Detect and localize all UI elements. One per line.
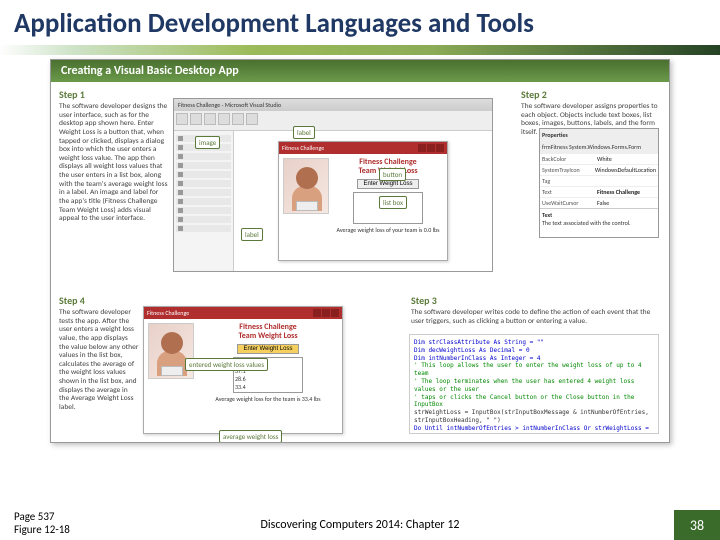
properties-panel: Properties frmFitness System.Windows.For… (539, 128, 659, 238)
prop-key: Text (542, 188, 597, 196)
smile-icon (167, 344, 177, 349)
window-buttons (313, 309, 339, 317)
content-area: Creating a Visual Basic Desktop App Step… (0, 55, 720, 443)
toolbar-button (204, 113, 216, 125)
toolbox-item (176, 189, 231, 196)
window-buttons (418, 144, 444, 152)
footer-book-title: Discovering Computers 2014: Chapter 12 (0, 518, 720, 532)
title-block: Application Development Languages and To… (0, 0, 720, 45)
enter-weight-button-running: Enter Weight Loss (237, 344, 300, 354)
figure-container: Creating a Visual Basic Desktop App Step… (50, 59, 670, 443)
toolbox-item (176, 153, 231, 160)
property-row: BackColorWhite (540, 153, 658, 164)
scale-icon (161, 366, 183, 376)
prop-desc-title: Text (542, 211, 656, 219)
average-label-filled: Average weight loss for the team is 33.4… (198, 395, 338, 403)
running-title: Fitness Challenge (147, 309, 189, 317)
callout-average: average weight loss (219, 430, 282, 443)
slide-footer: Page 537 Figure 12-18 Discovering Comput… (0, 500, 720, 540)
toolbar-button (190, 113, 202, 125)
toolbar-button (246, 113, 258, 125)
prop-value: WindowsDefaultLocation (595, 166, 656, 174)
code-line: Dim intNumberInClass As Integer = 4 (414, 355, 654, 363)
ide-main: Fitness Challenge Fitness (174, 131, 492, 271)
ide-toolbar (174, 111, 492, 131)
list-item: 28.6 (235, 375, 301, 383)
prop-desc-text: The text associated with the control. (542, 219, 656, 227)
code-line: Dim decWeightLoss As Decimal = 0 (414, 347, 654, 355)
toolbox-item (176, 171, 231, 178)
prop-key: Tag (542, 177, 597, 185)
person-image (283, 158, 329, 214)
callout-label: label (293, 126, 315, 139)
running-heading: Fitness Challenge Team Weight Loss (198, 323, 338, 341)
property-description: Text The text associated with the contro… (540, 208, 658, 229)
step-1-pane: Step 1 The software developer designs th… (59, 88, 169, 224)
average-label: Average weight loss of your team is 0.0 … (333, 226, 443, 234)
smile-icon (302, 179, 312, 184)
code-line: Do Until intNumberOfEntries > intNumberI… (414, 425, 654, 434)
callout-listbox: list box (379, 196, 407, 209)
prop-value: False (597, 199, 656, 207)
app-form: Fitness Challenge Fitness (278, 141, 448, 261)
toolbar-button (232, 113, 244, 125)
callout-image: image (195, 136, 220, 149)
prop-key: BackColor (542, 155, 597, 163)
slide-title: Application Development Languages and To… (14, 8, 706, 39)
running-titlebar: Fitness Challenge (144, 307, 342, 319)
code-line: ' This loop allows the user to enter the… (414, 362, 654, 378)
toolbox-item (176, 216, 231, 223)
property-row: Tag (540, 175, 658, 186)
code-editor: Dim strClassAttribute As String = "" Dim… (409, 334, 659, 434)
code-line: ' taps or clicks the Cancel button or th… (414, 394, 654, 410)
prop-value: Fitness Challenge (597, 188, 656, 196)
heading-l2: Team Weight Loss (238, 331, 297, 341)
step-4-text: The software developer tests the app. Af… (59, 309, 139, 413)
form-body: Fitness Challenge Team Weight Loss Enter… (279, 154, 447, 238)
ide-screenshot: Fitness Challenge - Microsoft Visual Stu… (173, 98, 493, 272)
step-1-text: The software developer designs the user … (59, 103, 169, 224)
step-4-pane: Step 4 The software developer tests the … (59, 294, 139, 413)
form-title-text: Fitness Challenge (282, 144, 324, 152)
ide-titlebar: Fitness Challenge - Microsoft Visual Stu… (174, 99, 492, 111)
step-4-label: Step 4 (59, 294, 139, 307)
property-row: SystemTrayIconWindowsDefaultLocation (540, 164, 658, 175)
step-3-text: The software developer writes code to de… (411, 309, 661, 326)
list-item: 33.4 (235, 383, 301, 391)
callout-button: button (379, 168, 406, 181)
code-line: strWeightLoss = InputBox(strInputBoxMess… (414, 409, 654, 425)
step-2-label: Step 2 (521, 88, 661, 101)
property-row: TextFitness Challenge (540, 186, 658, 197)
toolbox-item (176, 225, 231, 232)
prop-value: White (597, 155, 656, 163)
gradient-band (0, 45, 720, 55)
toolbox-item (176, 207, 231, 214)
code-line: Dim strClassAttribute As String = "" (414, 339, 654, 347)
toolbar-button (176, 113, 188, 125)
figure-body: Step 1 The software developer designs th… (51, 82, 669, 440)
toolbox-item (176, 180, 231, 187)
prop-value (597, 177, 656, 185)
callout-label-bottom: label (241, 228, 263, 241)
prop-key: SystemTrayIcon (542, 166, 595, 174)
code-line: ' The loop terminates when the user has … (414, 378, 654, 394)
toolbar-button (218, 113, 230, 125)
toolbox-item (176, 198, 231, 205)
property-row: UseWaitCursorFalse (540, 197, 658, 208)
toolbox-item (176, 162, 231, 169)
step-3-pane: Step 3 The software developer writes cod… (411, 294, 661, 326)
properties-object: frmFitness System.Windows.Forms.Form (540, 141, 658, 153)
step-1-label: Step 1 (59, 88, 169, 101)
form-designer: Fitness Challenge Fitness (234, 131, 492, 271)
scale-icon (296, 201, 318, 211)
prop-key: UseWaitCursor (542, 199, 597, 207)
step-3-label: Step 3 (411, 294, 661, 307)
form-titlebar: Fitness Challenge (279, 142, 447, 154)
properties-header: Properties (540, 129, 658, 141)
slide-number: 38 (674, 510, 720, 540)
toolbox-panel (174, 131, 234, 271)
figure-header: Creating a Visual Basic Desktop App (51, 60, 669, 82)
callout-entered-values: entered weight loss values (185, 358, 268, 371)
